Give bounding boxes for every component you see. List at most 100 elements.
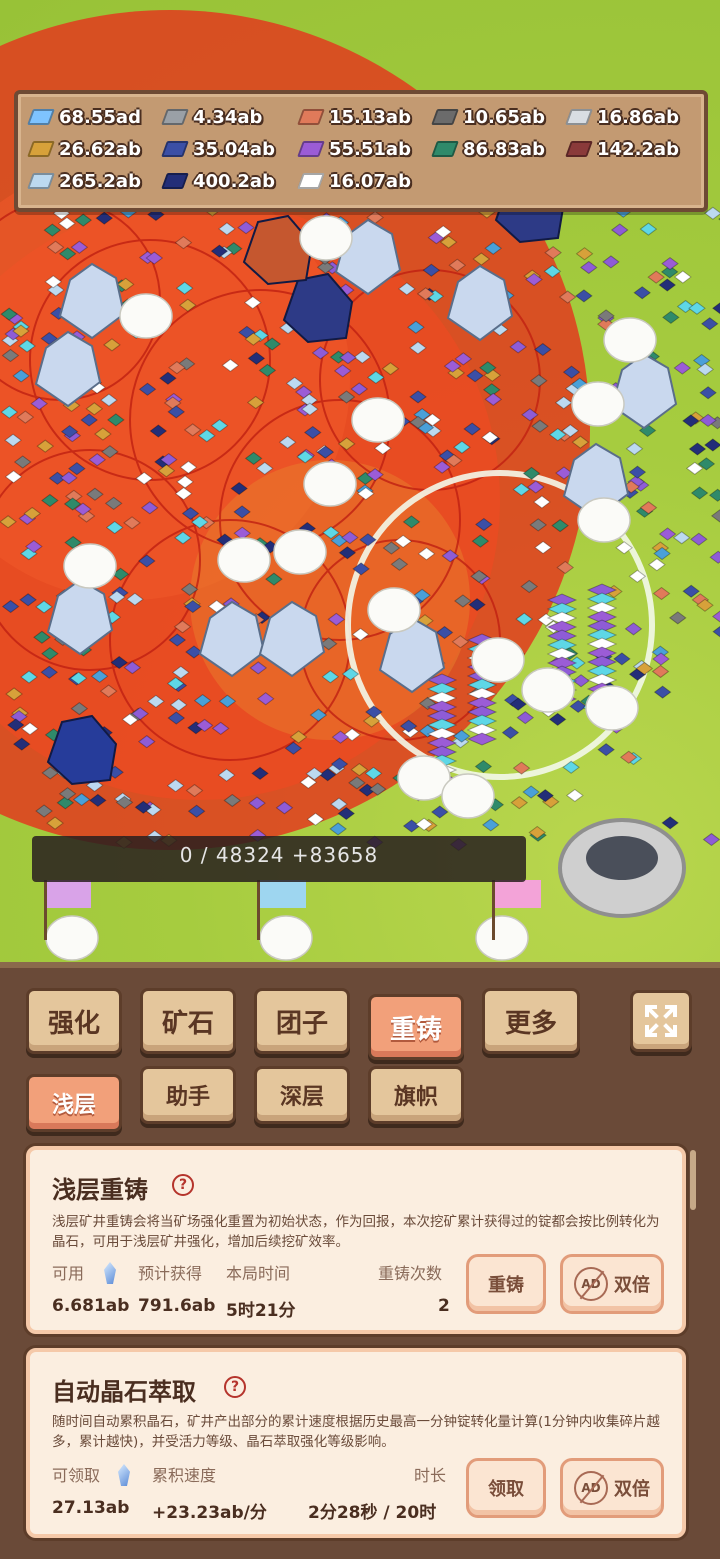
dango-miner-icon [217, 537, 271, 583]
double-label: 双倍 [614, 1275, 650, 1296]
well-icon [558, 818, 686, 918]
resource-value: 55.51ab [329, 138, 411, 160]
dango-miner-icon [441, 773, 495, 819]
dango-miner-icon [367, 587, 421, 633]
dango-miner-icon [571, 381, 625, 427]
subtab-banner[interactable]: 旗帜 [368, 1066, 464, 1124]
fullscreen-button[interactable] [630, 990, 692, 1052]
subtab-assistant[interactable]: 助手 [140, 1066, 236, 1124]
dango-miner-icon [45, 915, 99, 961]
white-ingot-icon [297, 173, 325, 189]
resource-value: 16.07ab [329, 170, 411, 192]
card-title: 浅层重铸 [52, 1176, 148, 1204]
resource-value: 400.2ab [193, 170, 275, 192]
resource-item: 10.65ab [431, 102, 545, 132]
resource-item: 265.2ab [27, 166, 141, 196]
dango-miner-icon [299, 215, 353, 261]
gold-ingot-icon [27, 141, 55, 157]
tab-reforge[interactable]: 重铸 [368, 994, 464, 1060]
platinum-ingot-icon [565, 109, 593, 125]
ad-icon: AD [574, 1267, 608, 1301]
resource-item: 4.34ab [161, 102, 263, 132]
label-count: 重铸次数 [378, 1264, 443, 1283]
shallow-reforge-card: 浅层重铸 ? 浅层矿井重铸会将当矿场强化重置为初始状态，作为回报，本次挖矿累计获… [26, 1146, 686, 1334]
value-rate: +23.23ab/分 [152, 1503, 267, 1523]
label-duration: 时长 [414, 1466, 447, 1485]
emerald-ingot-icon [431, 141, 459, 157]
copper-ingot-icon [297, 109, 325, 125]
tab-dango[interactable]: 团子 [254, 988, 350, 1054]
resource-item: 16.07ab [297, 166, 411, 196]
resource-value: 4.34ab [193, 106, 263, 128]
resource-value: 35.04ab [193, 138, 275, 160]
diamond-gem-icon [27, 109, 55, 125]
crystal-icon [118, 1464, 130, 1486]
resource-item: 55.51ab [297, 134, 411, 164]
tab-ore[interactable]: 矿石 [140, 988, 236, 1054]
double-label: 双倍 [614, 1479, 650, 1500]
card-description: 浅层矿井重铸会将当矿场强化重置为初始状态，作为回报，本次挖矿累计获得过的锭都会按… [52, 1214, 660, 1250]
dango-miner-icon [471, 637, 525, 683]
dango-miner-icon [351, 397, 405, 443]
dango-miner-icon [63, 543, 117, 589]
crystal-ore-icon [610, 352, 678, 430]
auto-extract-card: 自动晶石萃取 ? 随时间自动累积晶石，矿井产出部分的累计速度根据历史最高一分钟锭… [26, 1348, 686, 1538]
reforge-double-button[interactable]: AD 双倍 [560, 1254, 664, 1314]
help-icon[interactable]: ? [172, 1174, 194, 1196]
resource-value: 26.62ab [59, 138, 141, 160]
label-available: 可用 [52, 1264, 85, 1283]
label-rate: 累积速度 [152, 1466, 217, 1485]
dango-miner-icon [577, 497, 631, 543]
collect-progress-text: 0 / 48324 +83658 [179, 843, 379, 867]
value-expected: 791.6ab [138, 1296, 216, 1316]
resource-value: 10.65ab [463, 106, 545, 128]
dango-miner-icon [119, 293, 173, 339]
reforge-button[interactable]: 重铸 [466, 1254, 546, 1314]
resource-value: 68.55ad [59, 106, 141, 128]
crystal-icon [104, 1262, 116, 1284]
resource-item: 15.13ab [297, 102, 411, 132]
sapphire-ingot-icon [161, 141, 189, 157]
dango-miner-icon [475, 915, 529, 961]
ad-icon: AD [574, 1471, 608, 1505]
card-title: 自动晶石萃取 [52, 1378, 196, 1406]
subtab-deep[interactable]: 深层 [254, 1066, 350, 1124]
value-available: 6.681ab [52, 1296, 130, 1316]
crystal-ingot-icon [27, 173, 55, 189]
resource-item: 68.55ad [27, 102, 141, 132]
resource-value: 15.13ab [329, 106, 411, 128]
amethyst-ingot-icon [297, 141, 325, 157]
claim-double-button[interactable]: AD 双倍 [560, 1458, 664, 1518]
resource-item: 142.2ab [565, 134, 679, 164]
resource-item: 86.83ab [431, 134, 545, 164]
value-time: 5时21分 [226, 1301, 296, 1321]
resource-panel: 68.55ad 4.34ab 15.13ab 10.65ab 16.86ab 26.62a… [14, 90, 708, 212]
dango-miner-icon [273, 529, 327, 575]
subtab-shallow[interactable]: 浅层 [26, 1074, 122, 1132]
tab-more[interactable]: 更多 [482, 988, 580, 1054]
iron-ingot-icon [431, 109, 459, 125]
scrollbar[interactable] [690, 1150, 696, 1210]
claim-button[interactable]: 领取 [466, 1458, 546, 1518]
resource-item: 16.86ab [565, 102, 679, 132]
dango-miner-icon [303, 461, 357, 507]
card-description: 随时间自动累积晶石，矿井产出部分的累计速度根据历史最高一分钟锭转化量计算(1分钟… [52, 1414, 660, 1450]
resource-item: 400.2ab [161, 166, 275, 196]
value-count: 2 [438, 1296, 450, 1316]
value-claimable: 27.13ab [52, 1498, 130, 1518]
lapis-ingot-icon [161, 173, 189, 189]
resource-item: 35.04ab [161, 134, 275, 164]
dango-miner-icon [521, 667, 575, 713]
ruby-ingot-icon [565, 141, 593, 157]
value-duration: 2分28秒 / 20时 [308, 1503, 437, 1523]
tab-upgrade[interactable]: 强化 [26, 988, 122, 1054]
help-icon[interactable]: ? [224, 1376, 246, 1398]
label-time: 本局时间 [226, 1264, 291, 1283]
dango-miner-icon [603, 317, 657, 363]
resource-value: 16.86ab [597, 106, 679, 128]
resource-value: 142.2ab [597, 138, 679, 160]
dango-miner-icon [259, 915, 313, 961]
resource-value: 86.83ab [463, 138, 545, 160]
label-expected: 预计获得 [138, 1264, 203, 1283]
label-claimable: 可领取 [52, 1466, 101, 1485]
